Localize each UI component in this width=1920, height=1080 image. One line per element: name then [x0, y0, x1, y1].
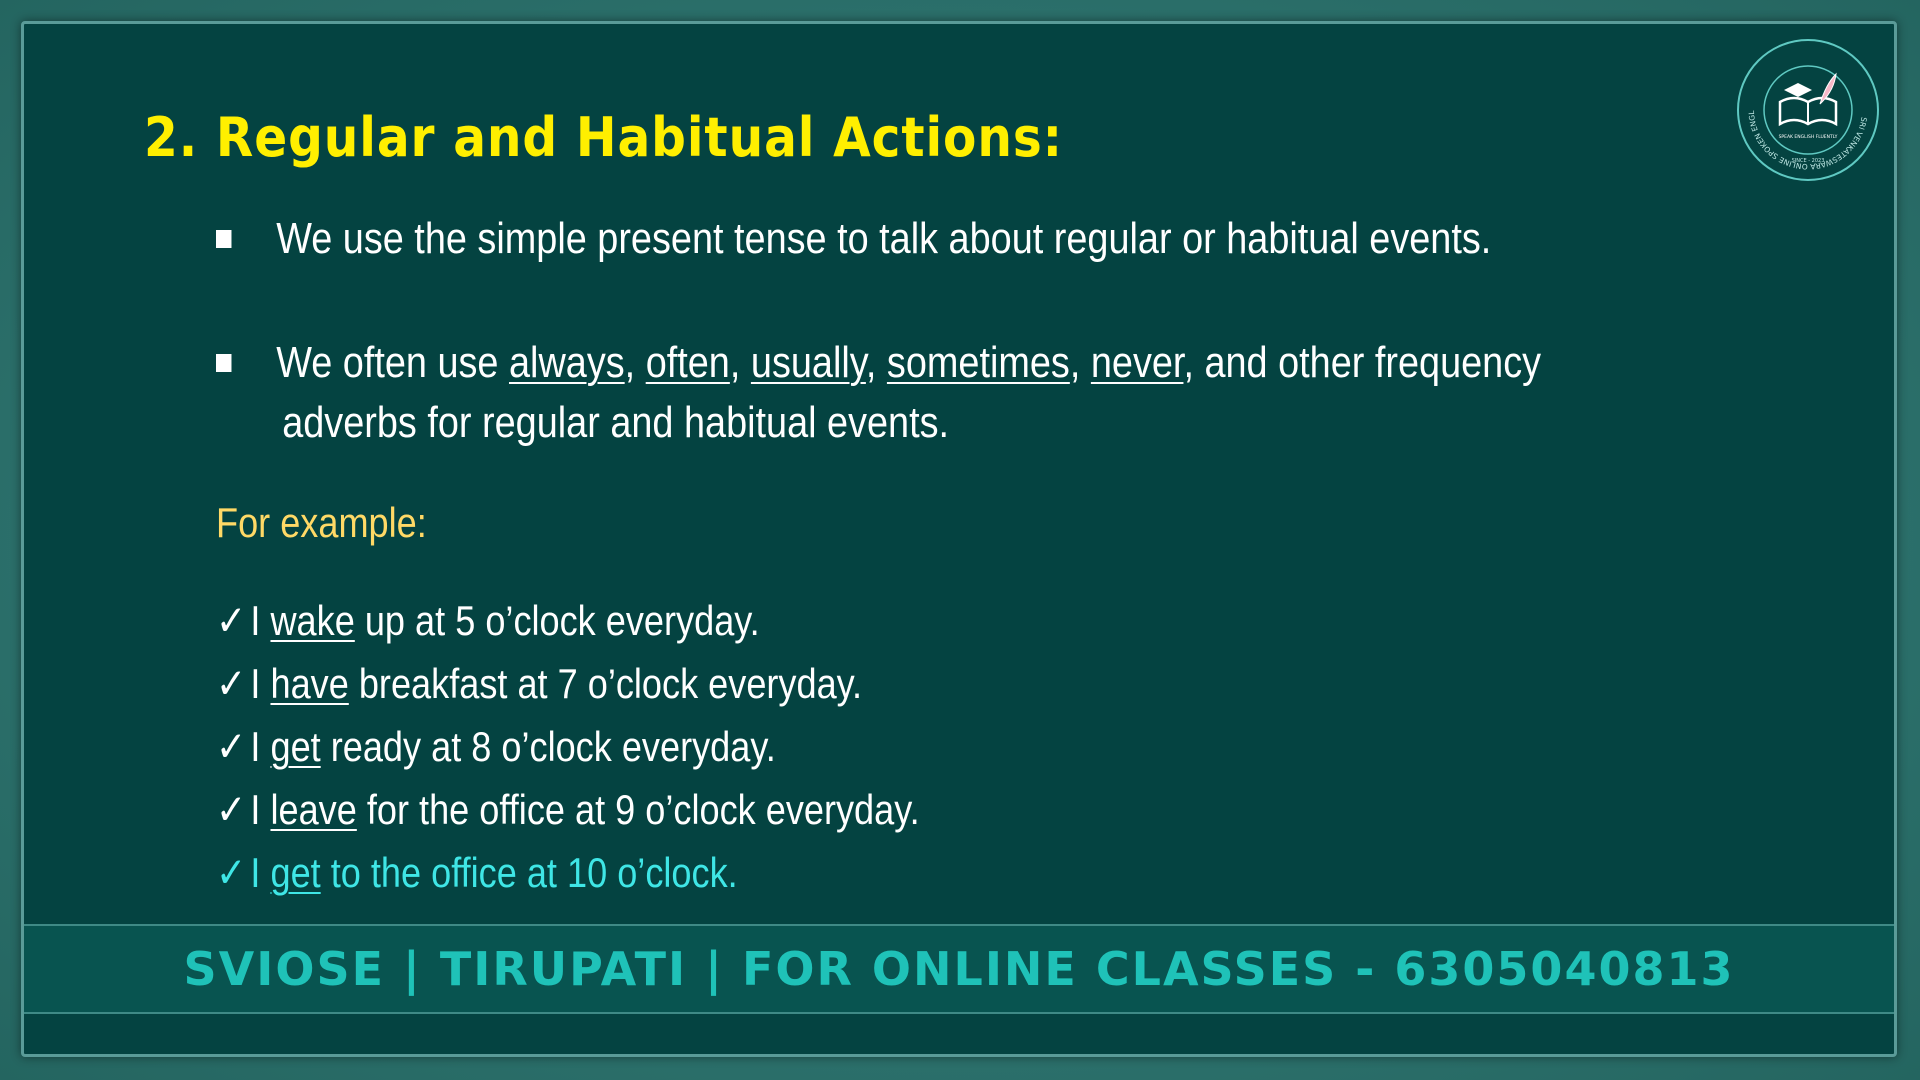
example-verb: get — [270, 849, 321, 896]
example-item: ✓I leave for the office at 9 o’clock eve… — [216, 778, 920, 841]
adverb-usually: usually — [750, 338, 866, 387]
bullet-prefix: We often use — [276, 338, 509, 387]
school-logo: SRI VENKATESWARA ONLINE SPOKEN ENGLISH S… — [1733, 31, 1880, 182]
example-pre: I — [250, 849, 271, 896]
example-item: ✓I wake up at 5 o’clock everyday. — [216, 589, 920, 652]
logo-since: SINCE - 2023 — [1792, 158, 1825, 164]
example-pre: I — [250, 660, 271, 707]
bullet-continuation: adverbs for regular and habitual events. — [282, 398, 950, 447]
check-icon: ✓ — [216, 785, 247, 834]
example-pre: I — [250, 786, 271, 833]
slide-title: 2. Regular and Habitual Actions: — [144, 106, 1064, 169]
example-pre: I — [250, 597, 271, 644]
example-verb: get — [270, 723, 321, 770]
example-list: ✓I wake up at 5 o’clock everyday. ✓I hav… — [216, 589, 1034, 904]
check-icon: ✓ — [216, 596, 247, 645]
adverb-sometimes: sometimes — [886, 338, 1070, 387]
example-pre: I — [250, 723, 271, 770]
adverb-always: always — [508, 338, 625, 387]
example-post: up at 5 o’clock everyday. — [354, 597, 760, 644]
example-post: breakfast at 7 o’clock everyday. — [348, 660, 863, 707]
footer-text: SVIOSE | TIRUPATI | FOR ONLINE CLASSES -… — [183, 942, 1735, 996]
example-post: to the office at 10 o’clock. — [320, 849, 738, 896]
example-item: ✓I get ready at 8 o’clock everyday. — [216, 715, 920, 778]
example-verb: wake — [270, 597, 355, 644]
check-icon: ✓ — [216, 659, 247, 708]
square-bullet-icon — [216, 230, 232, 248]
example-post: ready at 8 o’clock everyday. — [320, 723, 776, 770]
slide: 2. Regular and Habitual Actions: SRI VEN… — [21, 21, 1897, 1057]
check-icon: ✓ — [216, 722, 247, 771]
example-verb: leave — [270, 786, 357, 833]
footer-banner: SVIOSE | TIRUPATI | FOR ONLINE CLASSES -… — [24, 924, 1894, 1014]
check-icon: ✓ — [216, 848, 247, 897]
bullet-text: We often use always, often, usually, som… — [276, 338, 1542, 387]
bullet-suffix: , and other frequency — [1183, 338, 1542, 387]
logo-tagline: SPEAK ENGLISH FLUENTLY — [1779, 134, 1838, 140]
for-example-label: For example: — [216, 499, 427, 546]
bullet-text: We use the simple present tense to talk … — [276, 214, 1492, 263]
example-item-highlighted: ✓I get to the office at 10 o’clock. — [216, 841, 920, 904]
example-verb: have — [270, 660, 349, 707]
square-bullet-icon — [216, 354, 232, 372]
example-item: ✓I have breakfast at 7 o’clock everyday. — [216, 652, 920, 715]
adverb-often: often — [645, 338, 730, 387]
adverb-never: never — [1090, 338, 1184, 387]
example-post: for the office at 9 o’clock everyday. — [356, 786, 920, 833]
